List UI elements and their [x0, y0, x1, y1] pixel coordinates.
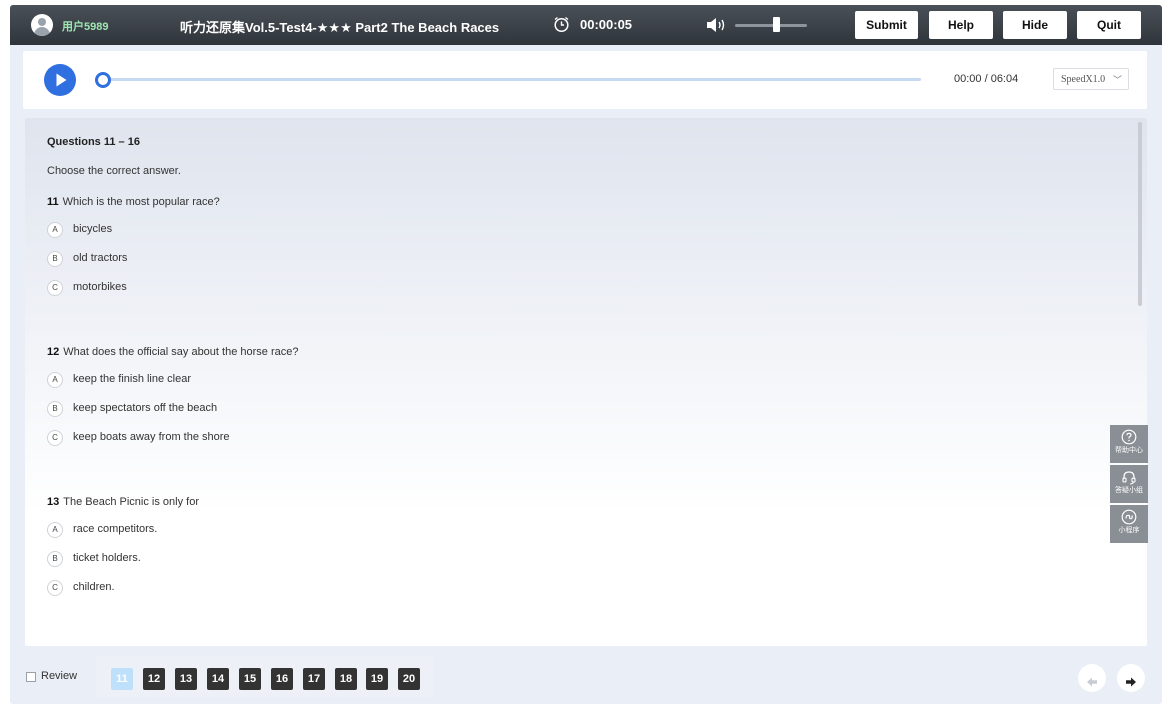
mini-program-button[interactable]: 小程序 [1110, 505, 1148, 543]
alarm-clock-icon [554, 16, 569, 33]
help-button[interactable]: Help [929, 11, 993, 39]
page-title: 听力还原集Vol.5-Test4-★★★ Part2 The Beach Rac… [180, 20, 500, 35]
sidetool-label: 答疑小组 [1115, 487, 1143, 494]
option-letter[interactable]: A [47, 372, 63, 388]
next-question-button[interactable] [1117, 664, 1145, 692]
option-text: keep boats away from the shore [73, 431, 230, 443]
option-text: old tractors [73, 252, 128, 264]
review-label: Review [41, 670, 78, 682]
question-text: 11 Which is the most popular race? [47, 196, 220, 208]
mini-program-icon [1121, 509, 1137, 525]
question-nav-12[interactable]: 12 [143, 668, 165, 690]
option-letter[interactable]: A [47, 222, 63, 238]
option-letter[interactable]: C [47, 280, 63, 296]
top-bar: 用户5989 听力还原集Vol.5-Test4-★★★ Part2 The Be… [10, 5, 1162, 45]
question-nav-13[interactable]: 13 [175, 668, 197, 690]
speed-value: SpeedX1.0 [1061, 74, 1106, 85]
option-letter[interactable]: B [47, 251, 63, 267]
option-letter[interactable]: A [47, 522, 63, 538]
option-text: ticket holders. [73, 552, 141, 564]
chevron-down-icon: ﹀ [1112, 75, 1122, 85]
option-letter[interactable]: B [47, 551, 63, 567]
question-nav-15[interactable]: 15 [239, 668, 261, 690]
question-nav-11[interactable]: 11 [111, 668, 133, 690]
sidetool-label: 帮助中心 [1115, 447, 1143, 454]
question-nav-19[interactable]: 19 [366, 668, 388, 690]
audio-time: 00:00 / 06:04 [954, 73, 1019, 85]
arrow-right-icon [1126, 677, 1136, 687]
question-scrollbar[interactable] [1138, 122, 1142, 306]
speed-select[interactable]: SpeedX1.0 ﹀ [1053, 68, 1129, 90]
option-text: children. [73, 581, 115, 593]
question-nav-17[interactable]: 17 [303, 668, 325, 690]
question-stem: The Beach Picnic is only for [63, 496, 199, 508]
arrow-left-icon [1087, 677, 1097, 687]
exam-window: 用户5989 听力还原集Vol.5-Test4-★★★ Part2 The Be… [10, 5, 1162, 704]
question-panel: Questions 11 – 16 Choose the correct ans… [25, 118, 1147, 646]
option-text: keep spectators off the beach [73, 402, 218, 414]
review-checkbox[interactable] [26, 672, 36, 682]
volume-slider[interactable] [735, 24, 807, 27]
question-number: 13 [47, 496, 60, 508]
audio-progress-bar[interactable] [101, 78, 921, 81]
hide-button[interactable]: Hide [1003, 11, 1067, 39]
option-letter[interactable]: C [47, 580, 63, 596]
question-navigator: 11 12 13 14 15 16 17 18 19 20 [96, 656, 434, 698]
questions-instruction: Choose the correct answer. [47, 165, 181, 177]
option-letter[interactable]: B [47, 401, 63, 417]
question-nav-16[interactable]: 16 [271, 668, 293, 690]
question-number: 12 [47, 346, 60, 358]
help-circle-icon [1121, 429, 1137, 445]
question-text: 12 What does the official say about the h… [47, 346, 298, 358]
volume-slider-handle[interactable] [772, 17, 780, 32]
submit-button[interactable]: Submit [855, 11, 918, 39]
option-letter[interactable]: C [47, 430, 63, 446]
question-stem: Which is the most popular race? [62, 196, 220, 208]
audio-player: 00:00 / 06:04 SpeedX1.0 ﹀ [23, 51, 1147, 109]
question-number: 11 [47, 196, 59, 208]
questions-heading: Questions 11 – 16 [47, 136, 140, 148]
help-center-button[interactable]: 帮助中心 [1110, 425, 1148, 463]
quit-button[interactable]: Quit [1077, 11, 1141, 39]
question-stem: What does the official say about the hor… [63, 346, 299, 358]
question-nav-20[interactable]: 20 [398, 668, 420, 690]
username: 用户5989 [62, 21, 109, 33]
option-text: bicycles [73, 223, 113, 235]
timer: 00:00:05 [580, 17, 633, 32]
previous-question-button[interactable] [1078, 664, 1106, 692]
sidetool-label: 小程序 [1118, 527, 1140, 534]
avatar [31, 14, 53, 36]
support-group-button[interactable]: 答疑小组 [1110, 465, 1148, 503]
question-nav-18[interactable]: 18 [335, 668, 357, 690]
option-text: race competitors. [73, 523, 158, 535]
question-nav-14[interactable]: 14 [207, 668, 229, 690]
question-text: 13 The Beach Picnic is only for [47, 496, 199, 508]
headset-icon [1122, 471, 1136, 485]
audio-progress-handle[interactable] [95, 72, 111, 88]
option-text: motorbikes [73, 281, 127, 293]
option-text: keep the finish line clear [73, 373, 192, 385]
play-button[interactable] [44, 64, 76, 96]
volume-icon[interactable] [706, 17, 728, 33]
play-icon [56, 73, 67, 87]
